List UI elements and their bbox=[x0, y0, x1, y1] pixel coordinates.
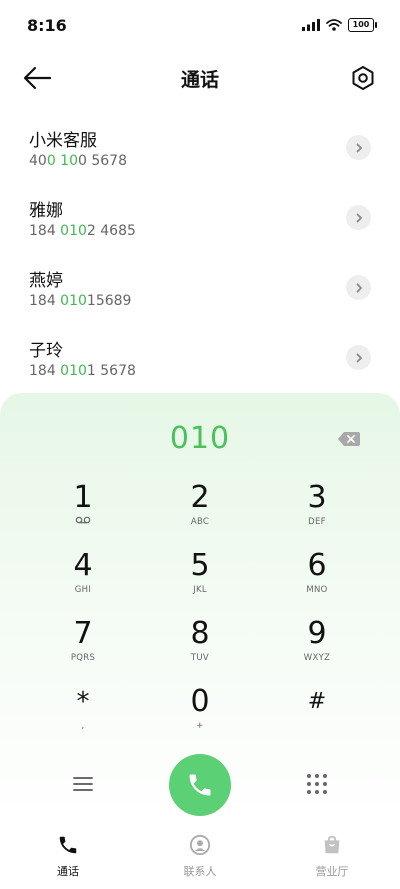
contact-detail-button[interactable] bbox=[346, 135, 371, 160]
nav-tab-calls[interactable]: 通话 bbox=[18, 834, 118, 879]
key-2[interactable]: 2 ABC bbox=[145, 481, 255, 543]
gear-icon bbox=[352, 66, 374, 90]
backspace-icon bbox=[338, 432, 360, 446]
nav-tab-service-hall[interactable]: 营业厅 bbox=[282, 834, 382, 879]
contact-name: 燕婷 bbox=[29, 271, 63, 291]
contact-item[interactable]: 小米客服 400 100 5678 bbox=[0, 110, 400, 180]
wifi-icon bbox=[326, 19, 342, 31]
contact-name: 子玲 bbox=[29, 341, 63, 361]
chevron-right-icon bbox=[356, 353, 362, 362]
phone-icon bbox=[59, 836, 77, 854]
contact-list: 小米客服 400 100 5678 雅娜 184 0102 4685 燕婷 18… bbox=[0, 110, 400, 390]
dialpad-grid-icon bbox=[307, 774, 327, 794]
status-bar: 8:16 100 bbox=[0, 0, 400, 52]
key-3[interactable]: 3 DEF bbox=[262, 481, 372, 543]
contact-detail-button[interactable] bbox=[346, 205, 371, 230]
nav-tab-contacts[interactable]: 联系人 bbox=[150, 834, 250, 879]
signal-icon bbox=[302, 19, 320, 31]
key-4[interactable]: 4 GHI bbox=[28, 549, 138, 611]
contact-number: 184 0102 4685 bbox=[29, 223, 136, 239]
voicemail-icon bbox=[75, 516, 91, 524]
key-hash[interactable]: # bbox=[262, 685, 372, 747]
chevron-right-icon bbox=[356, 143, 362, 152]
contact-number: 184 0101 5678 bbox=[29, 363, 136, 379]
contact-person-icon bbox=[189, 834, 211, 856]
settings-button[interactable] bbox=[350, 65, 376, 91]
dialpad-panel: 010 1 2 ABC 3 DEF 4 GHI 5 JKL 6 MNO 7 PQ… bbox=[0, 393, 400, 825]
key-1[interactable]: 1 bbox=[28, 481, 138, 543]
key-8[interactable]: 8 TUV bbox=[145, 617, 255, 679]
status-time: 8:16 bbox=[27, 16, 67, 35]
chevron-right-icon bbox=[356, 213, 362, 222]
contact-number: 184 01015689 bbox=[29, 293, 132, 309]
phone-icon bbox=[189, 774, 211, 796]
header: 通话 bbox=[0, 55, 400, 101]
dial-action-row bbox=[0, 753, 400, 817]
battery-level: 100 bbox=[352, 20, 370, 29]
key-7[interactable]: 7 PQRS bbox=[28, 617, 138, 679]
contact-name: 小米客服 bbox=[29, 131, 97, 151]
menu-icon bbox=[73, 777, 93, 791]
call-button[interactable] bbox=[169, 754, 231, 816]
chevron-right-icon bbox=[356, 283, 362, 292]
key-5[interactable]: 5 JKL bbox=[145, 549, 255, 611]
menu-button[interactable] bbox=[71, 774, 95, 794]
contact-item[interactable]: 子玲 184 0101 5678 bbox=[0, 320, 400, 390]
page-title: 通话 bbox=[180, 69, 219, 91]
shopping-bag-icon bbox=[324, 835, 340, 854]
key-star[interactable]: * , bbox=[28, 685, 138, 747]
contact-detail-button[interactable] bbox=[346, 345, 371, 370]
nav-label: 营业厅 bbox=[315, 865, 349, 878]
backspace-button[interactable] bbox=[338, 431, 360, 446]
nav-label: 通话 bbox=[57, 865, 79, 878]
bottom-nav: 通话 联系人 营业厅 bbox=[0, 826, 400, 889]
contact-item[interactable]: 燕婷 184 01015689 bbox=[0, 250, 400, 320]
contact-detail-button[interactable] bbox=[346, 275, 371, 300]
key-9[interactable]: 9 WXYZ bbox=[262, 617, 372, 679]
battery-icon: 100 bbox=[348, 18, 377, 32]
key-6[interactable]: 6 MNO bbox=[262, 549, 372, 611]
contact-number: 400 100 5678 bbox=[29, 153, 127, 169]
hide-dialpad-button[interactable] bbox=[305, 772, 329, 796]
key-0[interactable]: 0 + bbox=[145, 685, 255, 747]
status-icons: 100 bbox=[302, 18, 377, 32]
contact-item[interactable]: 雅娜 184 0102 4685 bbox=[0, 180, 400, 250]
contact-name: 雅娜 bbox=[29, 201, 63, 221]
nav-label: 联系人 bbox=[183, 865, 217, 878]
